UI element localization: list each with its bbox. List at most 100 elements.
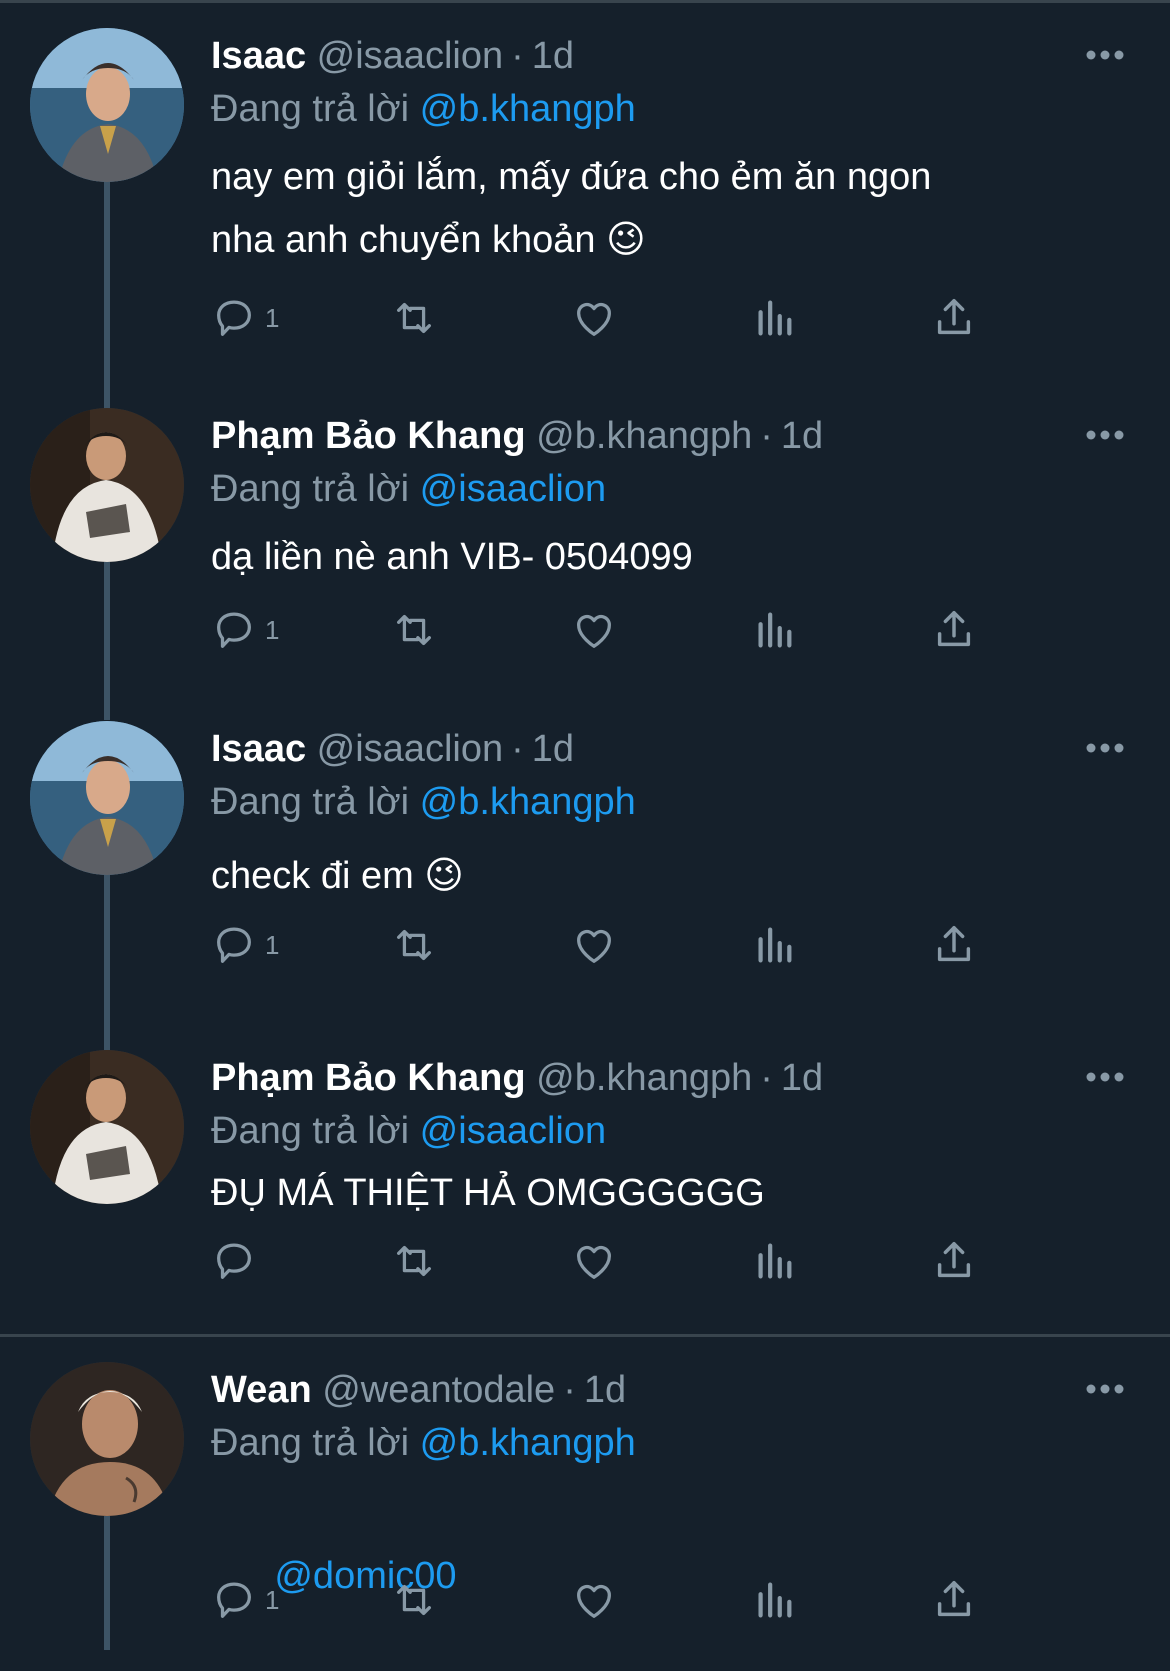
top-divider xyxy=(0,0,1170,3)
share-icon xyxy=(937,611,971,647)
user-handle[interactable]: @weantodale xyxy=(322,1369,555,1411)
reply-count: 1 xyxy=(265,929,280,960)
more-dots-icon[interactable] xyxy=(1084,733,1126,763)
reply-mention-link[interactable]: @b.khangph xyxy=(420,781,636,823)
share-icon xyxy=(937,299,971,335)
avatar-photo-wean xyxy=(30,1362,184,1516)
share-button[interactable] xyxy=(931,920,977,970)
share-button[interactable] xyxy=(931,1575,977,1625)
like-button[interactable] xyxy=(571,1575,617,1625)
share-button[interactable] xyxy=(931,1236,977,1286)
retweet-icon xyxy=(397,1245,431,1277)
tweet-actions: 1 xyxy=(211,605,1071,655)
timestamp[interactable]: 1d xyxy=(781,1057,823,1099)
heart-icon xyxy=(577,614,611,648)
reply-bubble-icon xyxy=(217,1582,251,1618)
avatar-photo-isaac xyxy=(30,721,184,875)
separator-dot: · xyxy=(760,415,773,457)
retweet-button[interactable] xyxy=(391,1236,437,1286)
tweet-text: check đi em 😉 xyxy=(211,855,464,897)
separator-dot: · xyxy=(760,1057,773,1099)
share-button[interactable] xyxy=(931,605,977,655)
avatar-photo-khang xyxy=(30,408,184,562)
retweet-icon xyxy=(397,1584,431,1616)
reply-button[interactable]: 1 xyxy=(211,605,279,655)
display-name[interactable]: Wean xyxy=(211,1369,312,1411)
user-handle[interactable]: @isaaclion xyxy=(317,728,503,770)
display-name[interactable]: Isaac xyxy=(211,35,306,77)
separator-dot: · xyxy=(563,1369,576,1411)
avatar[interactable] xyxy=(30,28,184,182)
tweet-actions: 1 xyxy=(211,293,1071,343)
analytics-icon xyxy=(758,927,792,963)
heart-icon xyxy=(577,929,611,963)
display-name[interactable]: Isaac xyxy=(211,728,306,770)
heart-icon xyxy=(577,1584,611,1618)
reply-mention-link[interactable]: @b.khangph xyxy=(420,1422,636,1464)
reply-button[interactable] xyxy=(211,1236,265,1286)
tweet[interactable]: Isaac @isaaclion · 1d Đang trả lời @b.khan… xyxy=(0,28,1170,358)
reply-context: Đang trả lời @b.khangph xyxy=(211,777,1091,829)
more-dots-icon[interactable] xyxy=(1084,420,1126,450)
views-button[interactable] xyxy=(751,1236,797,1286)
analytics-icon xyxy=(758,1582,792,1618)
tweet[interactable]: Phạm Bảo Khang @b.khangph · 1d Đang trả lờ… xyxy=(0,1050,1170,1330)
tweet-text: dạ liền nè anh VIB- 0504099 xyxy=(211,536,693,578)
views-button[interactable] xyxy=(751,1575,797,1625)
retweet-icon xyxy=(397,614,431,646)
reply-button[interactable]: 1 xyxy=(211,1575,279,1625)
tweet[interactable]: Phạm Bảo Khang @b.khangph · 1d Đang trả lờ… xyxy=(0,408,1170,658)
retweet-button[interactable] xyxy=(391,293,437,343)
like-button[interactable] xyxy=(571,1236,617,1286)
analytics-icon xyxy=(758,1243,792,1279)
reply-mention-link[interactable]: @b.khangph xyxy=(420,88,636,130)
retweet-button[interactable] xyxy=(391,605,437,655)
avatar[interactable] xyxy=(30,1362,184,1516)
more-dots-icon[interactable] xyxy=(1084,1062,1126,1092)
more-dots-icon[interactable] xyxy=(1084,1374,1126,1404)
like-button[interactable] xyxy=(571,605,617,655)
tweet[interactable]: Wean @weantodale · 1d Đang trả lời @b.khan… xyxy=(0,1362,1170,1650)
timestamp[interactable]: 1d xyxy=(781,415,823,457)
user-handle[interactable]: @b.khangph xyxy=(536,1057,752,1099)
avatar[interactable] xyxy=(30,1050,184,1204)
user-handle[interactable]: @isaaclion xyxy=(317,35,503,77)
reply-button[interactable]: 1 xyxy=(211,293,279,343)
reply-bubble-icon xyxy=(217,300,251,336)
avatar[interactable] xyxy=(30,721,184,875)
retweet-button[interactable] xyxy=(391,1575,437,1625)
more-dots-icon[interactable] xyxy=(1084,40,1126,70)
tweet-text: ĐỤ MÁ THIỆT HẢ OMGGGGGG xyxy=(211,1172,765,1214)
reply-button[interactable]: 1 xyxy=(211,920,279,970)
reply-prefix: Đang trả lời xyxy=(211,1110,410,1152)
reply-context: Đang trả lời @b.khangph xyxy=(211,1418,1091,1470)
timestamp[interactable]: 1d xyxy=(584,1369,626,1411)
avatar[interactable] xyxy=(30,408,184,562)
separator-dot: · xyxy=(511,35,524,77)
reply-count: 1 xyxy=(265,614,280,645)
avatar-photo-khang xyxy=(30,1050,184,1204)
timestamp[interactable]: 1d xyxy=(532,728,574,770)
user-handle[interactable]: @b.khangph xyxy=(536,415,752,457)
share-icon xyxy=(937,926,971,962)
reply-bubble-icon xyxy=(217,927,251,963)
tweet-actions xyxy=(211,1236,1071,1286)
like-button[interactable] xyxy=(571,920,617,970)
reply-mention-link[interactable]: @isaaclion xyxy=(420,468,606,510)
reply-mention-link[interactable]: @isaaclion xyxy=(420,1110,606,1152)
share-button[interactable] xyxy=(931,293,977,343)
views-button[interactable] xyxy=(751,293,797,343)
share-icon xyxy=(937,1581,971,1617)
views-button[interactable] xyxy=(751,605,797,655)
separator-dot: · xyxy=(511,728,524,770)
display-name[interactable]: Phạm Bảo Khang xyxy=(211,1057,526,1099)
like-button[interactable] xyxy=(571,293,617,343)
share-icon xyxy=(937,1242,971,1278)
reply-prefix: Đang trả lời xyxy=(211,781,410,823)
retweet-icon xyxy=(397,302,431,334)
display-name[interactable]: Phạm Bảo Khang xyxy=(211,415,526,457)
timestamp[interactable]: 1d xyxy=(532,35,574,77)
retweet-button[interactable] xyxy=(391,920,437,970)
views-button[interactable] xyxy=(751,920,797,970)
tweet[interactable]: Isaac @isaaclion · 1d Đang trả lời @b.khan… xyxy=(0,721,1170,1001)
